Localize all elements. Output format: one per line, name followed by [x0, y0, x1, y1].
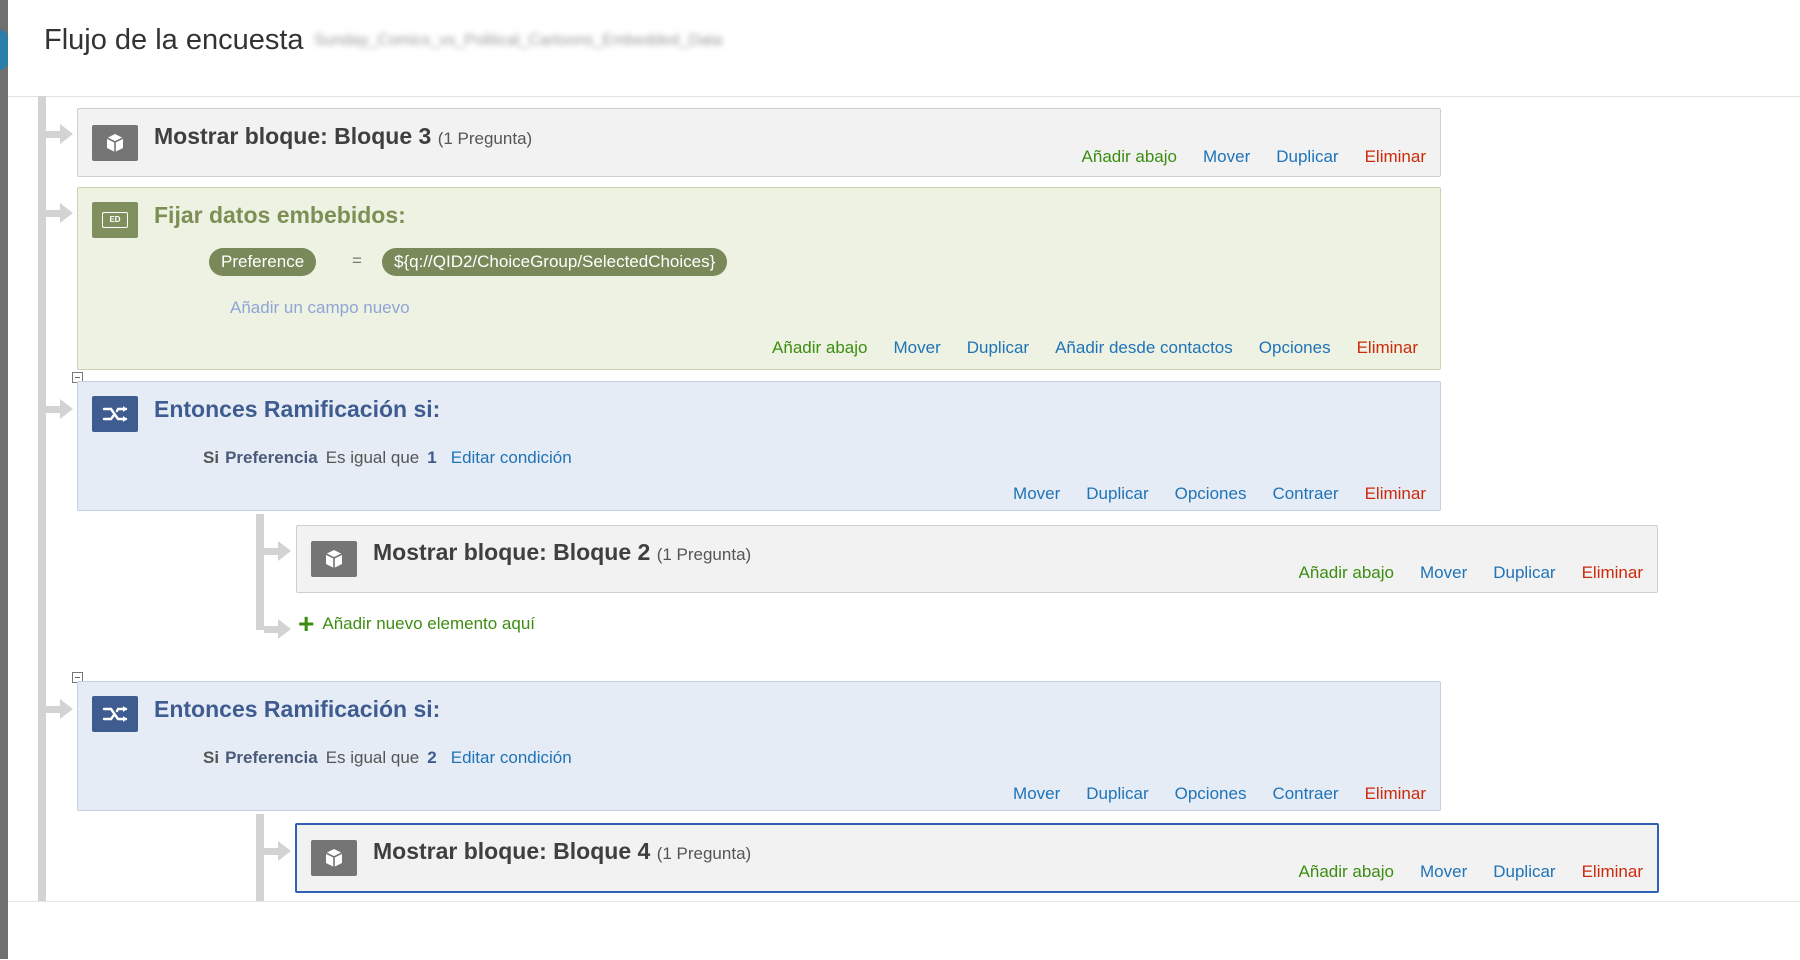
block-3-actions: Añadir abajo Mover Duplicar Eliminar — [1082, 147, 1426, 167]
dialog-header: Flujo de la encuesta Sunday_Comics_vs_Po… — [8, 0, 1800, 97]
sidebar-edge — [0, 0, 8, 959]
block-2-title: Mostrar bloque: Bloque 2 (1 Pregunta) — [373, 539, 752, 565]
branch-1-condition: Si Preferencia Es igual que 1 Editar condici… — [203, 448, 572, 468]
branch1-trunk-line — [256, 514, 264, 630]
block-2-element[interactable]: Mostrar bloque: Bloque 2 (1 Pregunta) Añ… — [296, 525, 1658, 593]
delete-button[interactable]: Eliminar — [1365, 784, 1426, 804]
branch-1-title: Entonces Ramificación si: — [154, 396, 441, 422]
duplicate-button[interactable]: Duplicar — [967, 338, 1029, 358]
embedded-data-title: Fijar datos embebidos: — [154, 202, 406, 228]
branch-2-condition: Si Preferencia Es igual que 2 Editar condici… — [203, 748, 572, 768]
add-below-button[interactable]: Añadir abajo — [1299, 563, 1394, 583]
collapse-button[interactable]: Contraer — [1272, 784, 1338, 804]
flow-trunk-line — [38, 96, 46, 901]
duplicate-button[interactable]: Duplicar — [1493, 862, 1555, 882]
add-new-element-button[interactable]: + Añadir nuevo elemento aquí — [298, 608, 536, 639]
condition-value: 1 — [427, 448, 437, 467]
sidebar-edge-tab — [0, 30, 8, 70]
move-button[interactable]: Mover — [1013, 484, 1060, 504]
embedded-data-actions: Añadir abajo Mover Duplicar Añadir desde… — [772, 338, 1418, 358]
question-count: (1 Pregunta) — [437, 129, 533, 148]
options-button[interactable]: Opciones — [1175, 484, 1247, 504]
options-button[interactable]: Opciones — [1259, 338, 1331, 358]
survey-name: Sunday_Comics_vs_Political_Cartoons_Embe… — [314, 32, 723, 49]
branch2-trunk-line — [256, 814, 264, 901]
duplicate-button[interactable]: Duplicar — [1086, 784, 1148, 804]
branch-2-actions: Mover Duplicar Opciones Contraer Elimina… — [1013, 784, 1426, 804]
add-below-button[interactable]: Añadir abajo — [1082, 147, 1177, 167]
duplicate-button[interactable]: Duplicar — [1086, 484, 1148, 504]
move-button[interactable]: Mover — [894, 338, 941, 358]
block-3-title: Mostrar bloque: Bloque 3 (1 Pregunta) — [154, 123, 533, 149]
dialog-footer — [8, 901, 1800, 960]
branch-2-element[interactable]: Entonces Ramificación si: Si Preferencia E… — [77, 681, 1441, 811]
embedded-data-icon: ED — [92, 202, 138, 238]
edit-condition-link[interactable]: Editar condición — [451, 448, 572, 467]
branch-1-element[interactable]: Entonces Ramificación si: Si Preferencia E… — [77, 381, 1441, 511]
block-4-actions: Añadir abajo Mover Duplicar Eliminar — [1299, 862, 1643, 882]
delete-button[interactable]: Eliminar — [1582, 862, 1643, 882]
cube-icon — [311, 541, 357, 577]
condition-field: Preferencia — [225, 748, 318, 767]
add-below-button[interactable]: Añadir abajo — [772, 338, 867, 358]
page-title: Flujo de la encuesta — [44, 24, 304, 56]
move-button[interactable]: Mover — [1013, 784, 1060, 804]
add-from-contacts-button[interactable]: Añadir desde contactos — [1055, 338, 1233, 358]
add-new-element-label: Añadir nuevo elemento aquí — [322, 614, 536, 633]
delete-button[interactable]: Eliminar — [1357, 338, 1418, 358]
block-2-actions: Añadir abajo Mover Duplicar Eliminar — [1299, 563, 1643, 583]
add-below-button[interactable]: Añadir abajo — [1299, 862, 1394, 882]
survey-flow-canvas: Mostrar bloque: Bloque 3 (1 Pregunta) Añ… — [8, 96, 1800, 901]
collapse-button[interactable]: Contraer — [1272, 484, 1338, 504]
move-button[interactable]: Mover — [1420, 862, 1467, 882]
plus-icon: + — [298, 608, 315, 639]
condition-if-keyword: Si — [203, 448, 220, 467]
condition-operator: Es igual que — [325, 748, 420, 767]
condition-value: 2 — [427, 748, 437, 767]
edit-condition-link[interactable]: Editar condición — [451, 748, 572, 767]
move-button[interactable]: Mover — [1203, 147, 1250, 167]
delete-button[interactable]: Eliminar — [1365, 147, 1426, 167]
branch-icon — [92, 696, 138, 732]
delete-button[interactable]: Eliminar — [1365, 484, 1426, 504]
branch-icon — [92, 396, 138, 432]
cube-icon — [311, 840, 357, 876]
equals-sign: = — [352, 251, 362, 270]
block-3-element[interactable]: Mostrar bloque: Bloque 3 (1 Pregunta) Añ… — [77, 108, 1441, 177]
condition-field: Preferencia — [225, 448, 318, 467]
question-count: (1 Pregunta) — [656, 545, 752, 564]
condition-operator: Es igual que — [325, 448, 420, 467]
block-4-title: Mostrar bloque: Bloque 4 (1 Pregunta) — [373, 838, 752, 864]
embedded-data-element[interactable]: ED Fijar datos embebidos: Preference = $… — [77, 187, 1441, 370]
duplicate-button[interactable]: Duplicar — [1493, 563, 1555, 583]
add-new-field-link[interactable]: Añadir un campo nuevo — [230, 298, 410, 318]
delete-button[interactable]: Eliminar — [1582, 563, 1643, 583]
cube-icon — [92, 125, 138, 161]
question-count: (1 Pregunta) — [656, 844, 752, 863]
branch-1-actions: Mover Duplicar Opciones Contraer Elimina… — [1013, 484, 1426, 504]
embedded-field-name[interactable]: Preference — [209, 248, 317, 276]
move-button[interactable]: Mover — [1420, 563, 1467, 583]
branch-2-title: Entonces Ramificación si: — [154, 696, 441, 722]
embedded-field-value[interactable]: ${q://QID2/ChoiceGroup/SelectedChoices} — [382, 248, 728, 276]
block-4-element[interactable]: Mostrar bloque: Bloque 4 (1 Pregunta) Añ… — [295, 823, 1659, 893]
options-button[interactable]: Opciones — [1175, 784, 1247, 804]
condition-if-keyword: Si — [203, 748, 220, 767]
duplicate-button[interactable]: Duplicar — [1276, 147, 1338, 167]
